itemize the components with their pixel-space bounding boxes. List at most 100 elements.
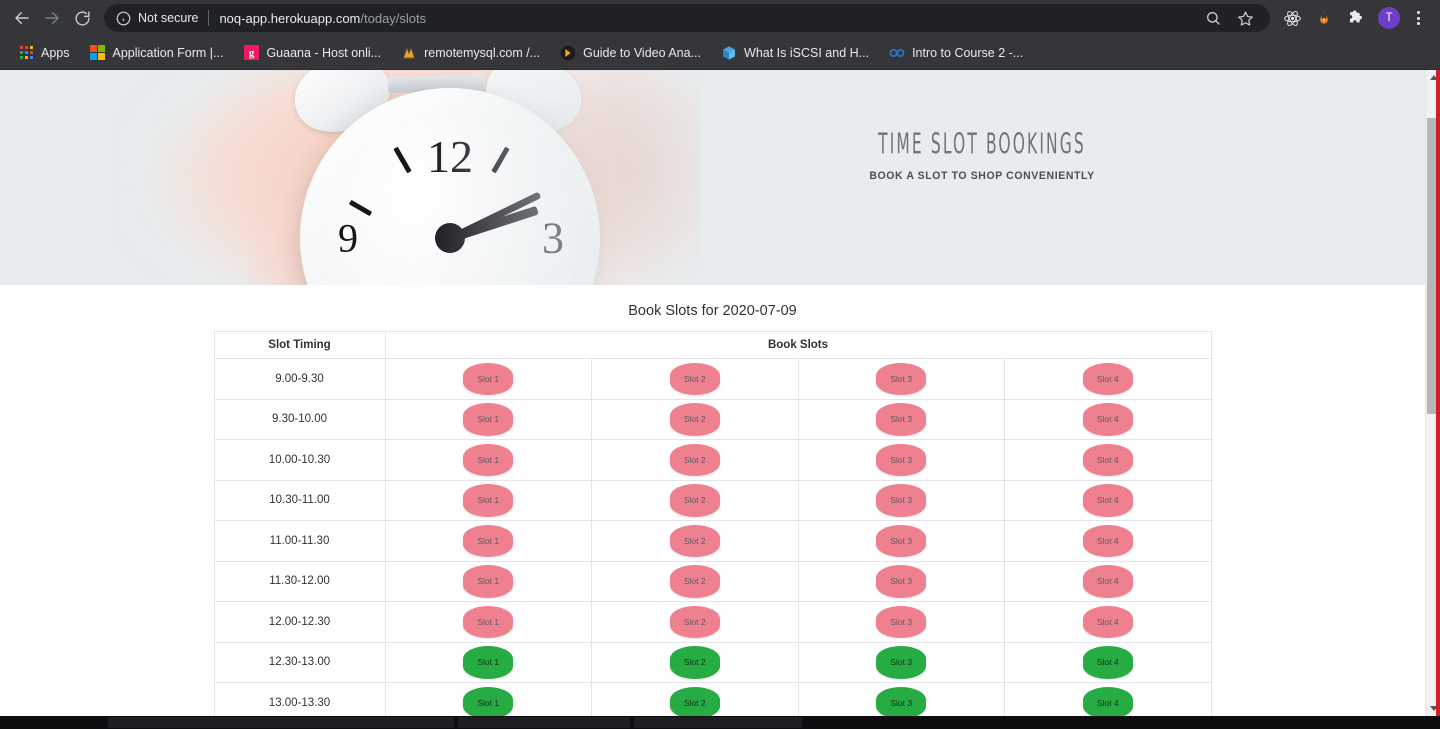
slot-button-4-booked[interactable]: Slot 4 (1082, 565, 1133, 598)
slot-button-2-booked[interactable]: Slot 2 (669, 362, 720, 395)
bookmark-remotemysql[interactable]: remotemysql.com /... (391, 41, 550, 65)
slot-button-3-booked[interactable]: Slot 3 (876, 605, 927, 638)
slot-button-2-booked[interactable]: Slot 2 (669, 524, 720, 557)
slot-button-1-booked[interactable]: Slot 1 (463, 403, 514, 436)
slot-time-cell: 11.30-12.00 (213, 560, 386, 602)
slot-button-1-booked[interactable]: Slot 1 (463, 443, 514, 476)
slot-button-1-booked[interactable]: Slot 1 (463, 524, 514, 557)
taskbar-window-1[interactable] (108, 717, 454, 728)
table-row: 9.30-10.00 Slot 1 Slot 2 Slot 3 Slot 4 (213, 398, 1212, 440)
slot-button-3-available[interactable]: Slot 3 (876, 686, 927, 716)
hero-photo-fade (420, 70, 700, 285)
microsoft-icon (89, 44, 106, 61)
bookmarks-bar: Apps Application Form |... g Guaana - Ho… (0, 36, 1440, 70)
bookmark-iscsi[interactable]: What Is iSCSI and H... (711, 41, 879, 65)
slot-button-2-booked[interactable]: Slot 2 (669, 484, 720, 517)
hero-title: TIME SLOT BOOKINGS (878, 127, 1086, 161)
react-devtools-icon[interactable] (1278, 4, 1306, 32)
slot-button-3-booked[interactable]: Slot 3 (876, 484, 927, 517)
slot-button-1-booked[interactable]: Slot 1 (463, 605, 514, 638)
search-icon[interactable] (1200, 5, 1226, 31)
slot-button-3-booked[interactable]: Slot 3 (876, 565, 927, 598)
slot-time-cell: 10.30-11.00 (213, 479, 386, 521)
apps-grid-icon (18, 45, 34, 61)
slot-cell: Slot 3 (797, 398, 1005, 440)
three-dots-icon (1416, 11, 1420, 25)
slot-button-2-booked[interactable]: Slot 2 (669, 605, 720, 638)
slot-button-3-booked[interactable]: Slot 3 (876, 403, 927, 436)
slot-button-1-available[interactable]: Slot 1 (463, 646, 514, 679)
slot-button-3-booked[interactable]: Slot 3 (876, 524, 927, 557)
back-button[interactable] (8, 4, 36, 32)
slot-cell: Slot 4 (1004, 439, 1212, 481)
slot-button-4-booked[interactable]: Slot 4 (1082, 605, 1133, 638)
hero-banner: 12 3 9 TIME SLOT B (0, 70, 1425, 285)
page-title: Book Slots for 2020-07-09 (628, 303, 797, 319)
omnibox-actions (1194, 5, 1258, 31)
slot-cell: Slot 1 (384, 641, 592, 683)
slot-button-4-available[interactable]: Slot 4 (1082, 646, 1133, 679)
coursera-icon (889, 45, 905, 61)
slot-cell: Slot 3 (797, 479, 1005, 521)
hand-holding-alarm-clock-photo: 12 3 9 (0, 70, 700, 285)
browser-toolbar: Not secure noq-app.herokuapp.com/today/s… (0, 0, 1440, 36)
bookmark-label: remotemysql.com /... (424, 45, 541, 60)
table-row: 11.30-12.00 Slot 1 Slot 2 Slot 3 Slot 4 (213, 560, 1212, 602)
bookmark-label: Guaana - Host onli... (266, 45, 382, 60)
taskbar-window-3[interactable] (634, 717, 802, 728)
slot-button-1-booked[interactable]: Slot 1 (463, 484, 514, 517)
slot-cell: Slot 1 (384, 682, 592, 716)
slot-button-3-available[interactable]: Slot 3 (876, 646, 927, 679)
star-bookmark-icon[interactable] (1232, 5, 1258, 31)
slot-button-2-available[interactable]: Slot 2 (669, 646, 720, 679)
url-text: noq-app.herokuapp.com/today/slots (219, 11, 426, 26)
slot-button-1-available[interactable]: Slot 1 (463, 686, 514, 716)
slot-booking-table: Slot Timing Book Slots 9.00-9.30 Slot 1 Sl… (213, 331, 1212, 716)
bookmark-label: Apps (41, 45, 70, 60)
slot-time-cell: 13.00-13.30 (213, 682, 386, 716)
slot-button-4-booked[interactable]: Slot 4 (1082, 484, 1133, 517)
reload-button[interactable] (68, 4, 96, 32)
slot-button-4-booked[interactable]: Slot 4 (1082, 403, 1133, 436)
profile-avatar[interactable]: T (1378, 7, 1400, 29)
slot-button-3-booked[interactable]: Slot 3 (876, 443, 927, 476)
forward-button[interactable] (38, 4, 66, 32)
slot-button-2-booked[interactable]: Slot 2 (669, 565, 720, 598)
slot-button-1-booked[interactable]: Slot 1 (463, 565, 514, 598)
slot-button-2-booked[interactable]: Slot 2 (669, 443, 720, 476)
slot-time-cell: 9.30-10.00 (213, 398, 386, 440)
bookmark-application-form[interactable]: Application Form |... (80, 41, 234, 65)
bookmark-guaana[interactable]: g Guaana - Host onli... (233, 41, 391, 65)
bookmark-video-guide[interactable]: Guide to Video Ana... (550, 41, 711, 65)
slot-cell: Slot 2 (591, 682, 799, 716)
slot-cell: Slot 1 (384, 439, 592, 481)
slot-cell: Slot 2 (591, 479, 799, 521)
slot-cell: Slot 2 (591, 439, 799, 481)
table-row: 10.00-10.30 Slot 1 Slot 2 Slot 3 Slot 4 (213, 439, 1212, 481)
slot-button-2-available[interactable]: Slot 2 (669, 686, 720, 716)
info-circle-icon[interactable] (116, 11, 131, 26)
address-bar[interactable]: Not secure noq-app.herokuapp.com/today/s… (104, 4, 1270, 32)
slot-button-3-booked[interactable]: Slot 3 (876, 362, 927, 395)
chrome-menu-button[interactable] (1404, 4, 1432, 32)
bookmark-coursera[interactable]: Intro to Course 2 -... (879, 41, 1033, 65)
url-domain: noq-app.herokuapp.com (219, 10, 361, 26)
extensions-puzzle-icon[interactable] (1342, 4, 1370, 32)
header-slot-timing: Slot Timing (213, 331, 386, 359)
flame-extension-icon[interactable] (1310, 4, 1338, 32)
bookmark-apps[interactable]: Apps (8, 41, 80, 65)
slot-button-4-booked[interactable]: Slot 4 (1082, 443, 1133, 476)
taskbar-window-2[interactable] (458, 717, 630, 728)
bookmark-label: Intro to Course 2 -... (912, 45, 1024, 60)
slot-button-1-booked[interactable]: Slot 1 (463, 362, 514, 395)
slot-button-4-booked[interactable]: Slot 4 (1082, 362, 1133, 395)
clock-tick-11 (393, 146, 412, 174)
slot-button-4-booked[interactable]: Slot 4 (1082, 524, 1133, 557)
slot-cell: Slot 4 (1004, 560, 1212, 602)
slot-button-4-available[interactable]: Slot 4 (1082, 686, 1133, 716)
remotemysql-icon (401, 45, 417, 61)
slot-cell: Slot 3 (797, 601, 1005, 643)
slot-cell: Slot 3 (797, 520, 1005, 562)
slot-button-2-booked[interactable]: Slot 2 (669, 403, 720, 436)
video-guide-icon (560, 45, 576, 61)
